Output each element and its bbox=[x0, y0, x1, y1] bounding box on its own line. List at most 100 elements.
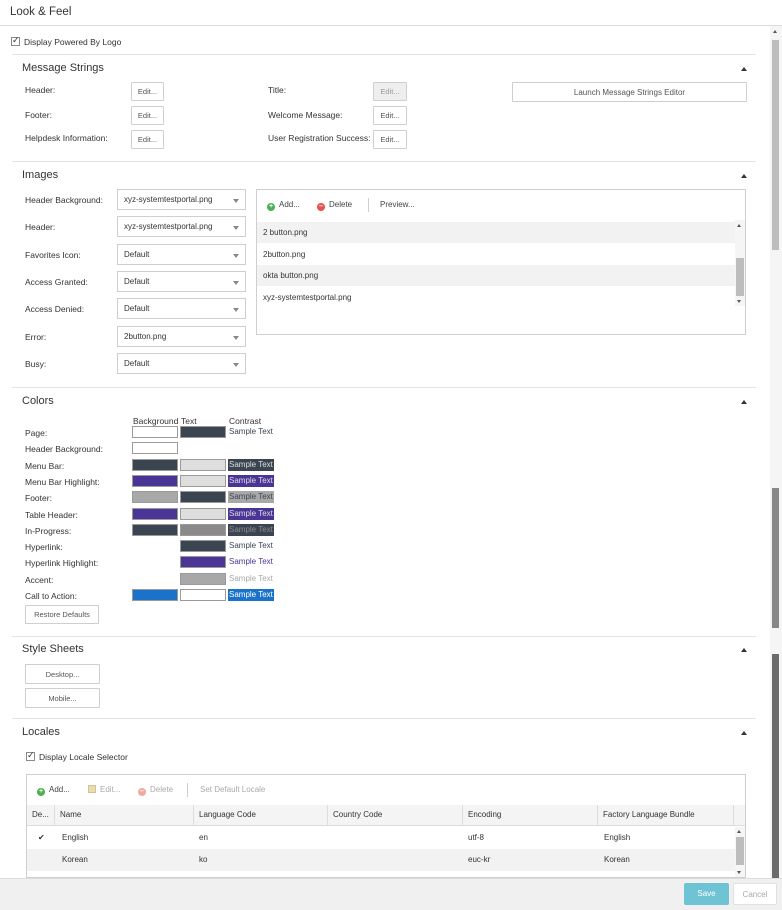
column-header-default[interactable]: De... bbox=[27, 805, 55, 825]
column-header-factory-language-bundle[interactable]: Factory Language Bundle bbox=[598, 805, 734, 825]
scroll-up-arrow[interactable] bbox=[773, 30, 777, 33]
display-locale-selector-checkbox[interactable] bbox=[26, 750, 35, 761]
msg-header-edit-button[interactable]: Edit... bbox=[131, 82, 164, 101]
style-sheets-title: Style Sheets bbox=[22, 643, 84, 655]
save-button[interactable]: Save bbox=[684, 883, 729, 905]
message-strings-collapse-icon[interactable] bbox=[741, 67, 747, 71]
locales-table-scrollbar[interactable] bbox=[735, 827, 745, 877]
column-header-country-code[interactable]: Country Code bbox=[328, 805, 463, 825]
locale-encoding-cell: euc-kr bbox=[468, 855, 491, 864]
launch-message-strings-editor-button[interactable]: Launch Message Strings Editor bbox=[512, 82, 747, 102]
text-color-swatch[interactable] bbox=[180, 573, 226, 585]
contrast-sample-text: Sample Text bbox=[228, 524, 274, 536]
image-file-row[interactable]: 2button.png bbox=[257, 244, 735, 265]
colors-collapse-icon[interactable] bbox=[741, 400, 747, 404]
locales-title: Locales bbox=[22, 726, 60, 738]
chevron-down-icon bbox=[233, 307, 239, 312]
image-file-name: xyz-systemtestportal.png bbox=[263, 293, 352, 302]
img-header-value: xyz-systemtestportal.png bbox=[124, 222, 213, 231]
msg-helpdesk-edit-button[interactable]: Edit... bbox=[131, 130, 164, 149]
page-scroll-region-2[interactable] bbox=[772, 654, 779, 879]
column-header-name[interactable]: Name bbox=[55, 805, 194, 825]
column-header-language-code[interactable]: Language Code bbox=[194, 805, 328, 825]
image-file-row[interactable]: okta button.png bbox=[257, 265, 735, 286]
img-header-bg-select[interactable]: xyz-systemtestportal.png bbox=[117, 189, 246, 210]
image-file-name: 2button.png bbox=[263, 250, 306, 259]
scroll-down-arrow[interactable] bbox=[737, 871, 741, 874]
image-add-label: Add... bbox=[279, 200, 300, 209]
msg-registration-edit-button[interactable]: Edit... bbox=[373, 130, 407, 149]
powered-by-checkbox[interactable] bbox=[11, 35, 20, 46]
background-color-swatch[interactable] bbox=[132, 589, 178, 601]
background-color-swatch[interactable] bbox=[132, 508, 178, 520]
color-row-label: Hyperlink: bbox=[25, 542, 63, 552]
scroll-up-arrow[interactable] bbox=[737, 224, 741, 227]
color-row-label: Menu Bar Highlight: bbox=[25, 477, 100, 487]
restore-defaults-button[interactable]: Restore Defaults bbox=[25, 605, 99, 624]
desktop-stylesheet-button[interactable]: Desktop... bbox=[25, 664, 100, 684]
img-error-select[interactable]: 2button.png bbox=[117, 326, 246, 347]
image-files-scrollbar[interactable] bbox=[735, 220, 745, 306]
text-color-swatch[interactable] bbox=[180, 508, 226, 520]
locale-add-button[interactable]: + Add... bbox=[37, 785, 70, 796]
img-busy-value: Default bbox=[124, 359, 150, 368]
text-color-swatch[interactable] bbox=[180, 459, 226, 471]
toolbar-separator bbox=[187, 783, 188, 797]
img-access-denied-select[interactable]: Default bbox=[117, 298, 246, 319]
table-row[interactable]: ✔ English en utf-8 English bbox=[27, 827, 735, 849]
image-file-row[interactable]: xyz-systemtestportal.png bbox=[257, 287, 735, 308]
text-color-swatch[interactable] bbox=[180, 475, 226, 487]
page-scrollbar[interactable] bbox=[770, 26, 782, 879]
msg-welcome-edit-button[interactable]: Edit... bbox=[373, 106, 407, 125]
color-row-label: Hyperlink Highlight: bbox=[25, 558, 99, 568]
background-color-swatch[interactable] bbox=[132, 426, 178, 438]
locale-bundle-cell: Korean bbox=[604, 855, 630, 864]
locale-delete-button[interactable]: – Delete bbox=[138, 785, 173, 796]
img-access-granted-select[interactable]: Default bbox=[117, 271, 246, 292]
background-color-swatch[interactable] bbox=[132, 524, 178, 536]
background-color-swatch[interactable] bbox=[132, 442, 178, 454]
locale-edit-button[interactable]: Edit... bbox=[88, 785, 120, 794]
img-header-select[interactable]: xyz-systemtestportal.png bbox=[117, 216, 246, 237]
text-color-swatch[interactable] bbox=[180, 589, 226, 601]
text-color-swatch[interactable] bbox=[180, 540, 226, 552]
locales-scroll-thumb[interactable] bbox=[736, 837, 744, 865]
column-header-encoding[interactable]: Encoding bbox=[463, 805, 598, 825]
img-busy-select[interactable]: Default bbox=[117, 353, 246, 374]
image-files-scroll-thumb[interactable] bbox=[736, 258, 744, 296]
text-color-swatch[interactable] bbox=[180, 556, 226, 568]
locale-add-label: Add... bbox=[49, 785, 70, 794]
locale-encoding-cell: utf-8 bbox=[468, 833, 485, 842]
msg-title-edit-button[interactable]: Edit... bbox=[373, 82, 407, 101]
table-row[interactable]: Korean ko euc-kr Korean bbox=[27, 849, 735, 871]
image-add-button[interactable]: + Add... bbox=[267, 200, 300, 211]
image-file-row[interactable]: 2 button.png bbox=[257, 222, 735, 243]
background-color-swatch[interactable] bbox=[132, 475, 178, 487]
scroll-up-arrow[interactable] bbox=[737, 830, 741, 833]
page-scroll-thumb[interactable] bbox=[772, 40, 779, 250]
locales-table-header: De... Name Language Code Country Code En… bbox=[27, 805, 745, 826]
msg-header-label: Header: bbox=[25, 85, 56, 95]
text-color-swatch[interactable] bbox=[180, 491, 226, 503]
scroll-down-arrow[interactable] bbox=[737, 300, 741, 303]
contrast-sample-text: Sample Text bbox=[228, 508, 274, 520]
locales-collapse-icon[interactable] bbox=[741, 731, 747, 735]
img-favicon-select[interactable]: Default bbox=[117, 244, 246, 265]
image-preview-button[interactable]: Preview... bbox=[380, 200, 415, 209]
set-default-locale-button[interactable]: Set Default Locale bbox=[200, 785, 265, 794]
page-scroll-region[interactable] bbox=[772, 488, 779, 628]
style-sheets-collapse-icon[interactable] bbox=[741, 648, 747, 652]
text-color-swatch[interactable] bbox=[180, 426, 226, 438]
images-collapse-icon[interactable] bbox=[741, 174, 747, 178]
locale-name-cell: English bbox=[62, 833, 89, 842]
color-row-label: Page: bbox=[25, 428, 48, 438]
mobile-stylesheet-button[interactable]: Mobile... bbox=[25, 688, 100, 708]
text-color-swatch[interactable] bbox=[180, 524, 226, 536]
chevron-down-icon bbox=[233, 253, 239, 258]
background-color-swatch[interactable] bbox=[132, 491, 178, 503]
cancel-button[interactable]: Cancel bbox=[733, 883, 777, 905]
color-row-label: Table Header: bbox=[25, 510, 78, 520]
background-color-swatch[interactable] bbox=[132, 459, 178, 471]
msg-footer-edit-button[interactable]: Edit... bbox=[131, 106, 164, 125]
image-delete-button[interactable]: – Delete bbox=[317, 200, 352, 211]
